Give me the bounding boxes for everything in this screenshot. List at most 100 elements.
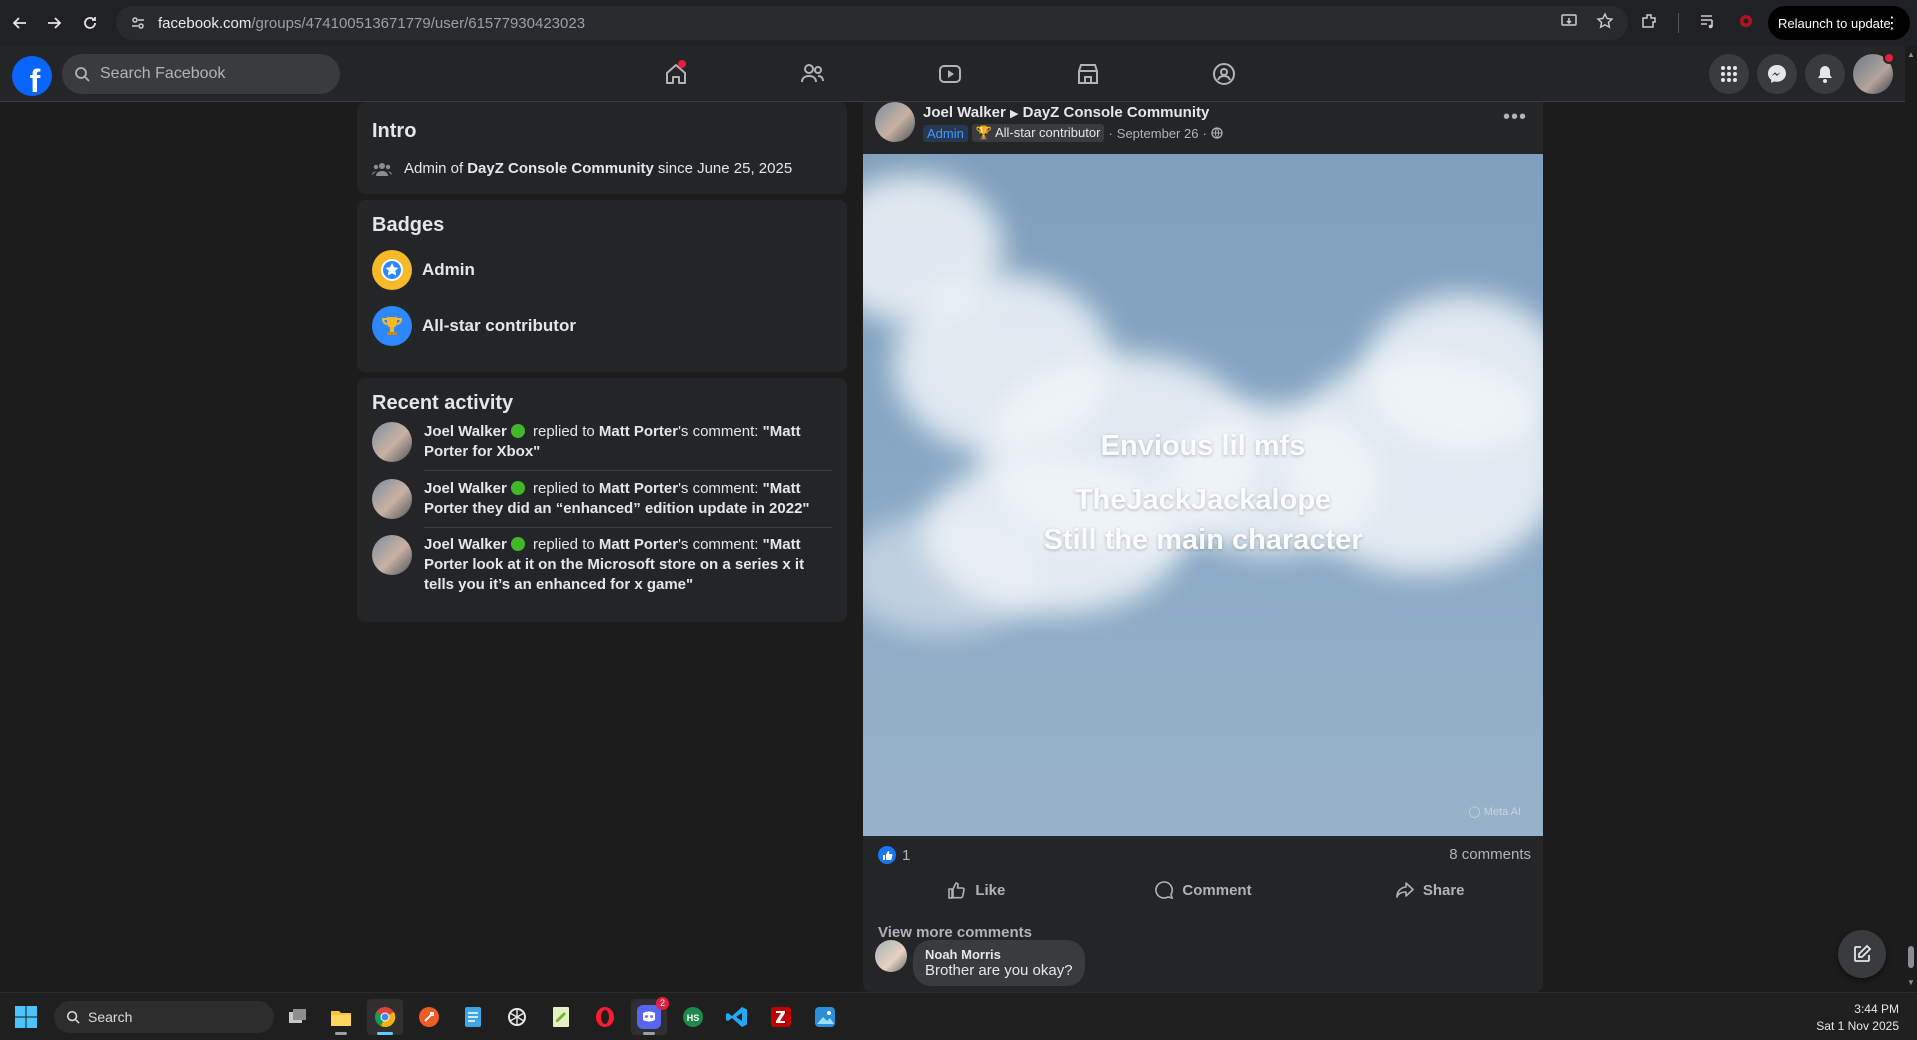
address-bar[interactable]: facebook.com/groups/474100513671779/user… (116, 6, 1628, 40)
post-group-link[interactable]: DayZ Console Community (1023, 104, 1210, 121)
comments-count[interactable]: 8 comments (1449, 846, 1531, 863)
facebook-logo-icon[interactable]: f (12, 56, 52, 96)
post-header-title: Joel Walker ▶ DayZ Console Community (923, 104, 1209, 121)
scrollbar-thumb[interactable] (1908, 946, 1914, 968)
relaunch-button[interactable]: Relaunch to update ⋮ (1768, 6, 1910, 40)
avatar (372, 422, 412, 462)
intro-suffix: since June 25, 2025 (657, 160, 793, 177)
activity-target[interactable]: Matt Porter (599, 423, 678, 440)
badge-admin[interactable]: Admin (372, 250, 475, 290)
facebook-search-input[interactable] (100, 65, 320, 83)
file-explorer-icon[interactable] (323, 999, 359, 1035)
nav-video[interactable] (920, 46, 980, 102)
account-notification-dot (1883, 52, 1895, 64)
comment-button[interactable]: Comment (1090, 868, 1317, 912)
activity-actor[interactable]: Joel Walker (424, 480, 507, 497)
heidisql-icon[interactable]: HS (675, 999, 711, 1035)
avatar (372, 479, 412, 519)
post-actions: Like Comment Share (863, 868, 1543, 912)
install-app-icon[interactable] (1560, 12, 1578, 35)
discord-icon[interactable]: 2 (631, 997, 669, 1035)
new-message-button[interactable] (1838, 930, 1886, 978)
scroll-up-icon[interactable]: ▲ (1907, 50, 1915, 59)
activity-actor[interactable]: Joel Walker (424, 423, 507, 440)
activity-item[interactable]: Joel Walker replied to Matt Porter's com… (372, 479, 832, 519)
activity-target[interactable]: Matt Porter (599, 536, 678, 553)
post-author-avatar[interactable] (875, 102, 915, 142)
chrome-icon[interactable] (367, 999, 403, 1035)
clock-date: Sat 1 Nov 2025 (1816, 1019, 1899, 1033)
intro-group-link[interactable]: DayZ Console Community (467, 160, 654, 177)
menu-grid-button[interactable] (1709, 54, 1749, 94)
meta-separator: · (1202, 125, 1207, 141)
activity-actor[interactable]: Joel Walker (424, 536, 507, 553)
facebook-search[interactable] (62, 54, 340, 94)
nav-groups[interactable] (1194, 46, 1254, 102)
badge-all-star[interactable]: All-star contributor (372, 306, 576, 346)
meta-separator: · (1108, 125, 1113, 141)
avatar[interactable] (875, 940, 907, 972)
forward-icon[interactable] (36, 5, 72, 41)
activity-item[interactable]: Joel Walker replied to Matt Porter's com… (372, 535, 832, 595)
post-date[interactable]: September 26 (1117, 126, 1199, 141)
watermark-text: Meta AI (1483, 806, 1521, 818)
messenger-icon (1768, 65, 1786, 83)
intro-admin-row: Admin of DayZ Console Community since Ju… (372, 160, 792, 177)
post-image[interactable]: Envious lil mfs TheJackJackalope Still t… (863, 154, 1543, 836)
post-options-icon[interactable]: ••• (1503, 106, 1527, 129)
activity-target[interactable]: Matt Porter (599, 480, 678, 497)
scroll-down-icon[interactable]: ▼ (1907, 978, 1915, 987)
bell-icon (1818, 66, 1832, 83)
view-more-comments-link[interactable]: View more comments (878, 924, 1032, 941)
notepad-plus-icon[interactable] (543, 999, 579, 1035)
nav-home[interactable] (646, 46, 706, 102)
activity-item[interactable]: Joel Walker replied to Matt Porter's com… (372, 422, 832, 462)
comment-author[interactable]: Noah Morris (925, 947, 1073, 962)
bookmark-star-icon[interactable] (1596, 11, 1614, 35)
share-button[interactable]: Share (1316, 868, 1543, 912)
nav-friends[interactable] (782, 46, 842, 102)
site-info-icon[interactable] (122, 7, 154, 39)
back-icon[interactable] (2, 5, 38, 41)
filezilla-icon[interactable] (763, 999, 799, 1035)
post-author-link[interactable]: Joel Walker (923, 104, 1006, 121)
vscode-icon[interactable] (719, 999, 755, 1035)
comment-text: Brother are you okay? (925, 962, 1073, 979)
notepad-icon[interactable] (455, 999, 491, 1035)
friends-icon (801, 64, 824, 83)
comment-label: Comment (1182, 881, 1252, 899)
relaunch-label: Relaunch to update (1778, 15, 1891, 31)
system-clock[interactable]: 3:44 PM Sat 1 Nov 2025 (1816, 1001, 1899, 1035)
messenger-button[interactable] (1757, 54, 1797, 94)
facebook-header: f (0, 46, 1905, 102)
badge-all-star-label: All-star contributor (422, 316, 576, 335)
photos-icon[interactable] (807, 999, 843, 1035)
reactions-summary[interactable]: 1 (878, 846, 910, 864)
avatar (372, 535, 412, 575)
account-avatar[interactable] (1853, 52, 1895, 94)
windows-start-icon[interactable] (14, 1005, 38, 1034)
trophy-small-icon: 🏆 (975, 125, 993, 140)
reload-icon[interactable] (72, 5, 108, 41)
task-view-icon[interactable] (280, 999, 316, 1035)
taskbar-search-input[interactable] (88, 1009, 238, 1025)
page-scrollbar[interactable]: ▲ ▼ (1905, 46, 1917, 992)
all-star-chip[interactable]: 🏆 All-star contributor (971, 124, 1105, 142)
share-icon (1396, 882, 1414, 898)
taskbar-search[interactable] (54, 1001, 274, 1033)
extensions-icon[interactable] (1640, 12, 1658, 35)
notifications-button[interactable] (1805, 54, 1845, 94)
all-star-chip-label: All-star contributor (994, 125, 1101, 140)
post-card: Joel Walker ▶ DayZ Console Community Adm… (863, 102, 1543, 992)
profile-extension-icon[interactable] (1737, 12, 1755, 35)
nav-marketplace[interactable] (1058, 46, 1118, 102)
postman-icon[interactable] (411, 999, 447, 1035)
browser-menu-icon[interactable]: ⋮ (1884, 13, 1900, 33)
opera-icon[interactable] (587, 999, 623, 1035)
chatgpt-icon[interactable] (499, 999, 535, 1035)
image-caption-line2: TheJackJackalope (1074, 484, 1332, 516)
like-button[interactable]: Like (863, 868, 1090, 912)
compose-icon (1854, 944, 1872, 962)
admin-chip[interactable]: Admin (923, 124, 968, 142)
media-controls-icon[interactable] (1699, 12, 1717, 35)
